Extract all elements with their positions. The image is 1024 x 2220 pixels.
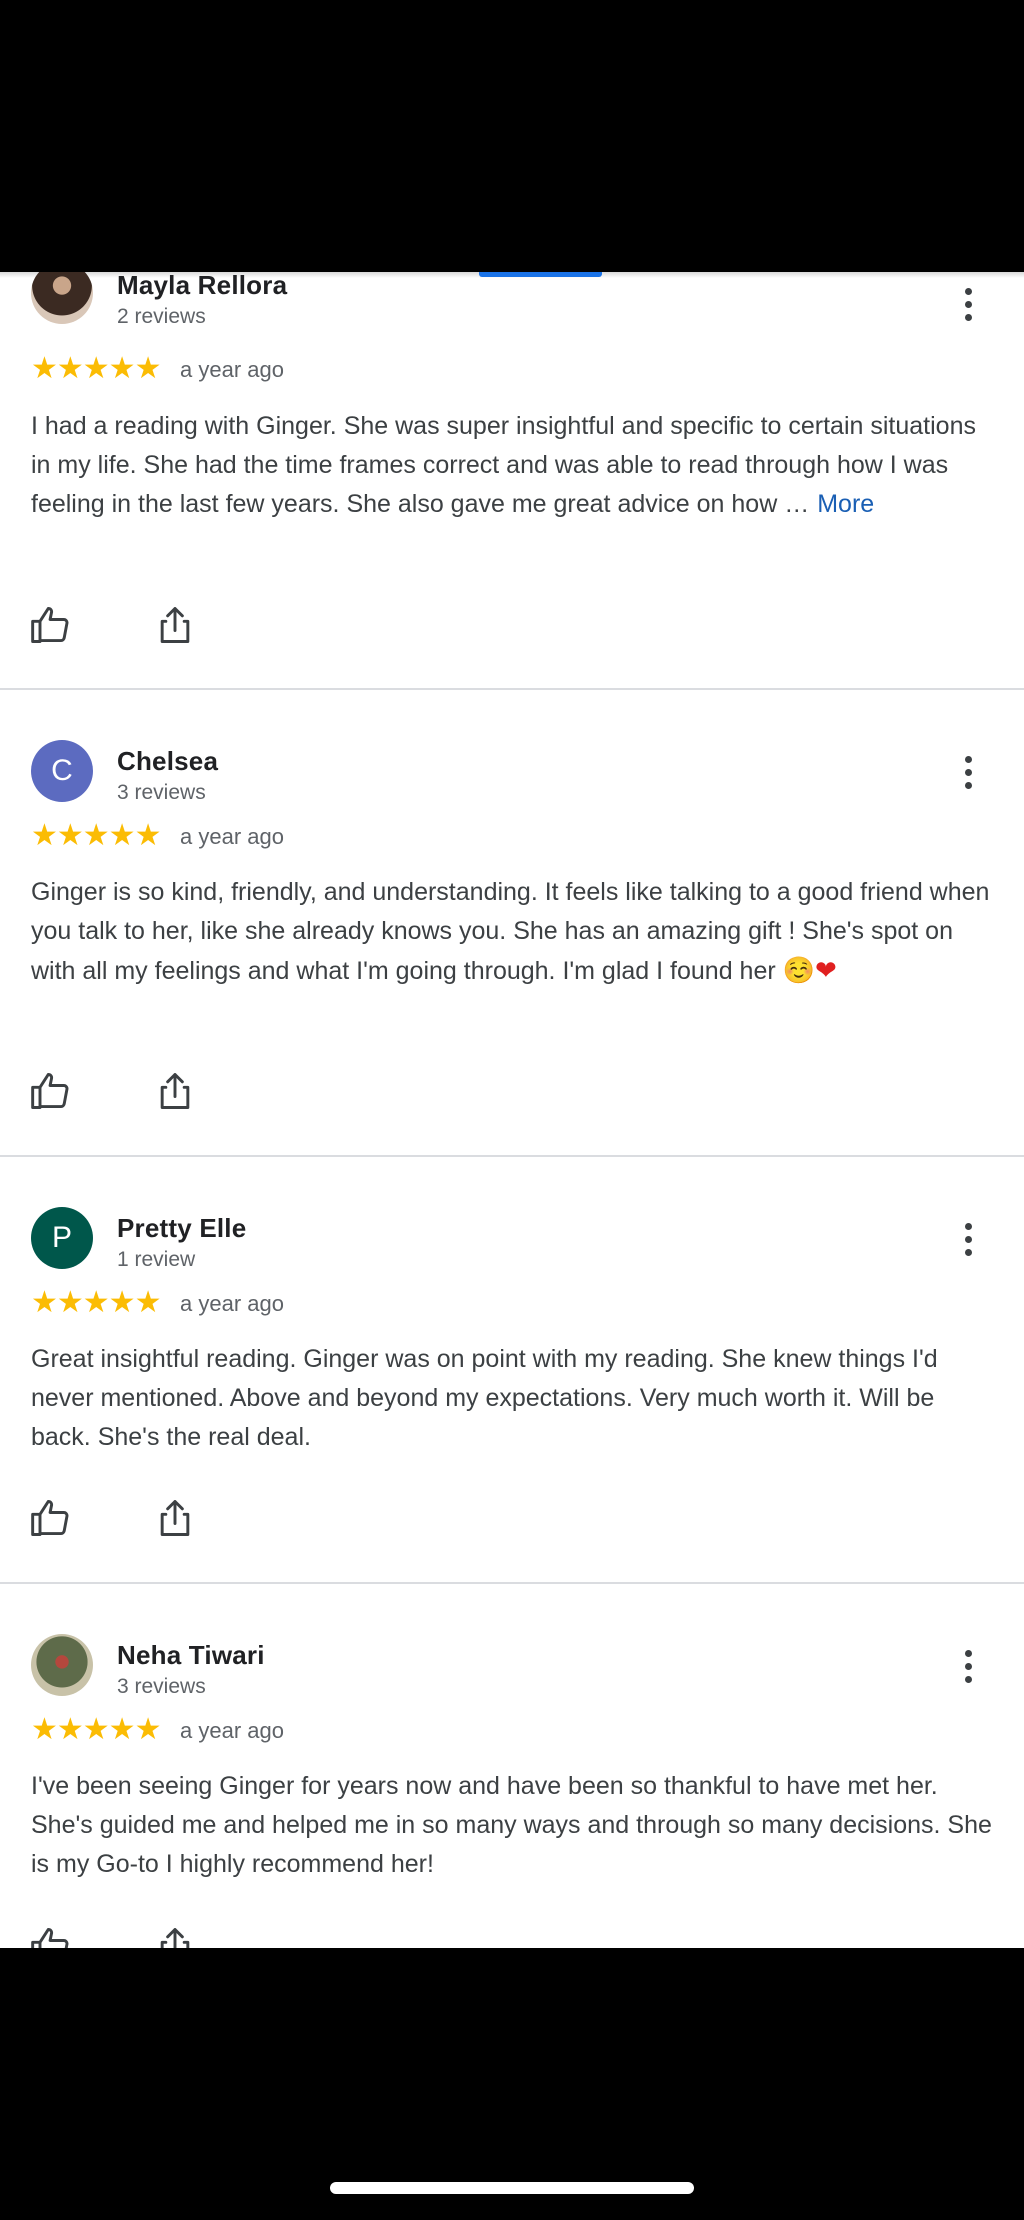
avatar[interactable]: P: [31, 1207, 93, 1269]
rating-stars: ★★★★★: [31, 1713, 161, 1746]
smiling-emoji: ☺️: [782, 955, 816, 985]
more-vert-icon: [964, 287, 972, 295]
share-button[interactable]: [153, 1924, 197, 1948]
avatar[interactable]: [31, 1634, 93, 1696]
more-vert-icon: [964, 755, 972, 763]
share-icon: [160, 1073, 190, 1109]
review-date: a year ago: [180, 1291, 284, 1316]
avatar[interactable]: [31, 272, 93, 324]
more-vert-icon: [964, 1222, 972, 1230]
review-text: I've been seeing Ginger for years now an…: [31, 1772, 992, 1878]
thumb-up-icon: [31, 1928, 69, 1948]
reviews-list[interactable]: Mayla Rellora 2 reviews ★★★★★ a year ago…: [0, 272, 1024, 1948]
share-icon: [160, 1500, 190, 1536]
reviewer-name[interactable]: Pretty Elle: [117, 1213, 246, 1244]
more-link[interactable]: More: [817, 490, 874, 518]
active-tab-indicator: [479, 272, 602, 277]
more-options-button[interactable]: [952, 748, 984, 796]
review-count: 1 review: [117, 1248, 196, 1271]
more-options-button[interactable]: [952, 1215, 984, 1263]
review-text-body: Ginger is so kind, friendly, and underst…: [31, 878, 990, 985]
share-button[interactable]: [153, 603, 197, 647]
divider: [0, 1582, 1024, 1584]
share-button[interactable]: [153, 1069, 197, 1113]
rating-stars: ★★★★★: [31, 819, 161, 852]
review-count: 3 reviews: [117, 1675, 206, 1698]
rating-stars: ★★★★★: [31, 352, 161, 385]
home-indicator[interactable]: [330, 2182, 694, 2194]
review-date: a year ago: [180, 357, 284, 382]
share-icon: [160, 1928, 190, 1948]
like-button[interactable]: [29, 1496, 73, 1540]
like-button[interactable]: [29, 603, 73, 647]
review-text: Great insightful reading. Ginger was on …: [31, 1345, 938, 1451]
rating-stars: ★★★★★: [31, 1286, 161, 1319]
like-button[interactable]: [29, 1924, 73, 1948]
more-options-button[interactable]: [952, 280, 984, 328]
reviewer-name[interactable]: Chelsea: [117, 746, 218, 777]
review-date: a year ago: [180, 824, 284, 849]
divider: [0, 1155, 1024, 1157]
review-text: Ginger is so kind, friendly, and underst…: [31, 873, 996, 991]
divider: [0, 688, 1024, 690]
status-bar-area: [0, 0, 1024, 272]
thumb-up-icon: [31, 1073, 69, 1109]
reviewer-name[interactable]: Mayla Rellora: [117, 272, 287, 301]
avatar[interactable]: C: [31, 740, 93, 802]
share-icon: [160, 607, 190, 643]
share-button[interactable]: [153, 1496, 197, 1540]
review-date: a year ago: [180, 1718, 284, 1743]
review-count: 2 reviews: [117, 305, 206, 328]
thumb-up-icon: [31, 607, 69, 643]
heart-emoji: ❤: [815, 955, 837, 985]
review-count: 3 reviews: [117, 781, 206, 804]
more-vert-icon: [964, 1649, 972, 1657]
more-options-button[interactable]: [952, 1642, 984, 1690]
reviewer-name[interactable]: Neha Tiwari: [117, 1640, 265, 1671]
thumb-up-icon: [31, 1500, 69, 1536]
review-text: I had a reading with Ginger. She was sup…: [31, 407, 996, 524]
like-button[interactable]: [29, 1069, 73, 1113]
